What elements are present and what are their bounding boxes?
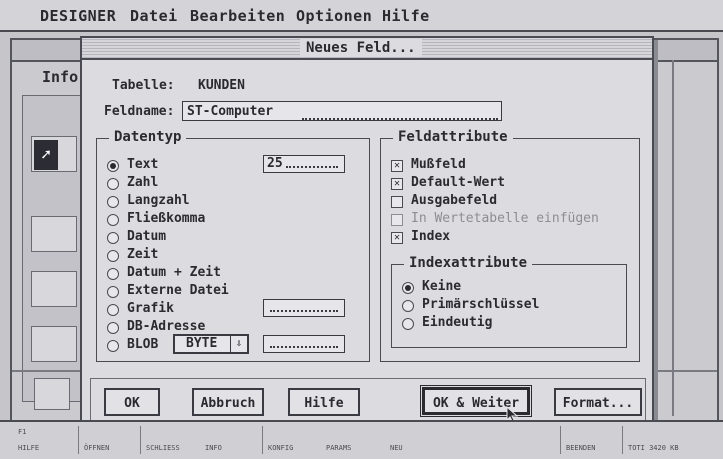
menu-bearbeiten[interactable]: Bearbeiten [190, 7, 285, 25]
fkey-beenden[interactable]: BEENDEN [566, 444, 596, 452]
info-window-title: Info [42, 68, 79, 86]
fkey-divider [622, 426, 623, 454]
fkey-f1[interactable]: F1 [18, 428, 26, 436]
text-length-input[interactable]: 25 [263, 155, 345, 173]
tool-mask-icon[interactable] [31, 326, 77, 362]
table-label: Tabelle: [112, 78, 175, 93]
menubar: DESIGNER Datei Bearbeiten Optionen Hilfe [0, 0, 723, 32]
checkbox-icon [391, 214, 403, 226]
checkbox-checked-icon: ✕ [391, 232, 403, 244]
index-group: Indexattribute Keine Primärschlüssel Ein… [391, 255, 627, 348]
fieldname-value: ST-Computer [187, 104, 274, 119]
radio-icon [107, 268, 119, 280]
fkey-info[interactable]: INFO [205, 444, 222, 452]
ok-button[interactable]: OK [104, 388, 160, 416]
new-field-dialog: Neues Feld... Tabelle: KUNDEN Feldname: … [80, 36, 654, 436]
dropdown-arrow-icon[interactable]: ⇩ [230, 336, 247, 352]
pointer-tool-icon[interactable]: ➚ [34, 140, 58, 170]
panel-divider [672, 60, 674, 416]
fkey-hilfe[interactable]: HILFE [18, 444, 39, 452]
fkey-params[interactable]: PARAMS [326, 444, 351, 452]
radio-icon [107, 250, 119, 262]
fkey-divider [262, 426, 263, 454]
cancel-button[interactable]: Abbruch [192, 388, 264, 416]
menu-designer[interactable]: DESIGNER [40, 7, 116, 25]
blob-type-select[interactable]: BYTE ⇩ [173, 334, 249, 354]
dialog-titlebar[interactable]: Neues Feld... [82, 38, 652, 60]
dialog-title: Neues Feld... [300, 39, 422, 57]
attributes-group-title: Feldattribute [393, 129, 513, 145]
table-value: KUNDEN [198, 78, 245, 93]
radio-icon [107, 232, 119, 244]
grafik-input[interactable] [263, 299, 345, 317]
input-fill [286, 166, 338, 168]
blob-type-value: BYTE [186, 336, 218, 351]
datatype-group-title: Datentyp [109, 129, 187, 145]
paperbasket-icon[interactable] [34, 378, 70, 410]
radio-icon [402, 318, 414, 330]
radio-icon [107, 196, 119, 208]
attributes-group: Feldattribute ✕ Mußfeld ✕ Default-Wert Aus… [380, 129, 640, 362]
datatype-group: Datentyp Text Zahl Langzahl Fließkomma D… [96, 129, 370, 362]
menu-datei[interactable]: Datei [130, 7, 178, 25]
function-key-bar: F1 HILFE ÖFFNEN SCHLIESS INFO KONFIG PAR… [0, 420, 723, 459]
menu-optionen[interactable]: Optionen [296, 7, 372, 25]
radio-selected-icon [107, 160, 119, 172]
memory-status: TOTI 3420 KB [628, 444, 679, 452]
radio-icon [107, 304, 119, 316]
checkbox-checked-icon: ✕ [391, 160, 403, 172]
fkey-divider [560, 426, 561, 454]
input-fill [270, 346, 338, 348]
tool-field-icon[interactable] [31, 216, 77, 252]
blob-size-input[interactable] [263, 335, 345, 353]
radio-icon [107, 340, 119, 352]
fkey-oeffnen[interactable]: ÖFFNEN [84, 444, 109, 452]
menu-hilfe[interactable]: Hilfe [382, 7, 430, 25]
tool-relation-icon[interactable] [31, 271, 77, 307]
fkey-divider [78, 426, 79, 454]
help-button[interactable]: Hilfe [288, 388, 360, 416]
format-button[interactable]: Format... [554, 388, 642, 416]
fkey-konfig[interactable]: KONFIG [268, 444, 293, 452]
radio-icon [402, 300, 414, 312]
radio-selected-icon [402, 282, 414, 294]
index-group-title: Indexattribute [404, 255, 533, 271]
radio-icon [107, 178, 119, 190]
fieldname-input-fill [302, 118, 498, 120]
radio-icon [107, 214, 119, 226]
text-length-value: 25 [267, 156, 283, 171]
radio-icon [107, 322, 119, 334]
checkbox-checked-icon: ✕ [391, 178, 403, 190]
fkey-schliess[interactable]: SCHLIESS [146, 444, 180, 452]
fieldname-label: Feldname: [104, 104, 175, 119]
input-fill [270, 310, 338, 312]
fkey-neu[interactable]: NEU [390, 444, 403, 452]
checkbox-icon [391, 196, 403, 208]
radio-icon [107, 286, 119, 298]
fkey-divider [140, 426, 141, 454]
